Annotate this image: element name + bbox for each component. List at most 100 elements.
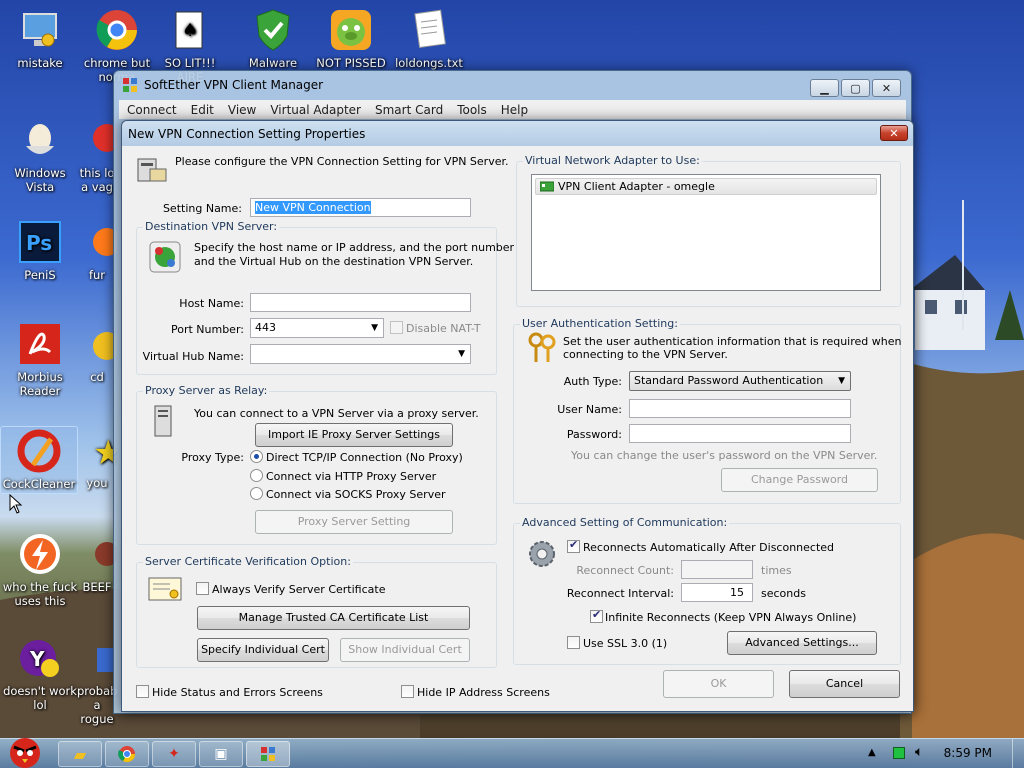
menu-help[interactable]: Help <box>501 103 528 117</box>
setting-name-input[interactable]: New VPN Connection <box>250 198 471 217</box>
desktop-icon-mistake[interactable]: mistake <box>0 6 80 70</box>
menu-connect[interactable]: Connect <box>127 103 177 117</box>
cancel-button[interactable]: Cancel <box>789 670 900 698</box>
adapter-group-title: Virtual Network Adapter to Use: <box>523 154 702 167</box>
desktop-icon-fur[interactable]: fur <box>77 218 117 282</box>
mouse-cursor-icon <box>9 494 23 514</box>
volume-icon[interactable]: 🔈︎ <box>915 744 923 760</box>
proxy-http-radio[interactable] <box>250 469 263 482</box>
advanced-settings-button[interactable]: Advanced Settings... <box>727 631 877 655</box>
red-ball-icon <box>77 116 117 164</box>
import-ie-proxy-button[interactable]: Import IE Proxy Server Settings <box>255 423 453 447</box>
manage-ca-button[interactable]: Manage Trusted CA Certificate List <box>197 606 470 630</box>
desktop-icon-label: Windows Vista <box>14 166 66 194</box>
minimize-button[interactable]: ▁ <box>810 79 839 97</box>
use-ssl3-label: Use SSL 3.0 (1) <box>583 637 668 650</box>
adapter-listbox[interactable]: VPN Client Adapter - omegle <box>531 174 881 291</box>
maximize-icon: ▢ <box>850 81 861 95</box>
auth-type-combo[interactable]: Standard Password Authentication ▼ <box>629 371 851 391</box>
desktop-icon-not-pissed[interactable]: NOT PISSED <box>311 6 391 70</box>
show-desktop-button[interactable] <box>1012 739 1024 768</box>
desktop-icon-penis[interactable]: Ps PeniS <box>0 218 80 282</box>
reconnect-count-input[interactable] <box>681 560 753 579</box>
dialog-close-button[interactable]: ✕ <box>880 125 908 141</box>
taskbar-explorer[interactable]: ▰ <box>58 741 102 767</box>
desktop-icon-doesnt-work[interactable]: Y doesn't work lol <box>0 634 80 712</box>
port-number-combo[interactable]: 443 ▼ <box>250 318 384 338</box>
reconnect-label: Reconnects Automatically After Disconnec… <box>583 541 835 554</box>
taskbar-chrome[interactable] <box>105 741 149 767</box>
close-button[interactable]: ✕ <box>872 79 901 97</box>
tray-expand-icon[interactable]: ▲ <box>868 747 876 758</box>
always-verify-checkbox[interactable] <box>196 582 209 595</box>
desktop-icon-probab-rogue[interactable]: probab a rogue <box>77 634 117 726</box>
photoshop-icon: Ps <box>16 218 64 266</box>
desktop-icon-who-uses-this[interactable]: who the fuck uses this <box>0 530 80 608</box>
auth-hint: You can change the user's password on th… <box>571 449 878 462</box>
adapter-list-item[interactable]: VPN Client Adapter - omegle <box>535 178 877 195</box>
desktop-icon-label: who the fuck uses this <box>2 580 78 608</box>
desktop-icon-cockcleaner[interactable]: CockCleaner <box>0 426 78 494</box>
desktop-icon-windows-vista[interactable]: Windows Vista <box>0 116 80 194</box>
advanced-group-title: Advanced Setting of Communication: <box>520 516 730 529</box>
desktop-icon-loldongs[interactable]: loldongs.txt <box>389 6 469 70</box>
change-password-button[interactable]: Change Password <box>721 468 878 492</box>
svg-text:♠: ♠ <box>182 20 198 41</box>
hide-status-checkbox[interactable] <box>136 685 149 698</box>
ok-button[interactable]: OK <box>663 670 774 698</box>
taskbar-softether[interactable] <box>246 741 290 767</box>
reconnect-interval-label: Reconnect Interval: <box>566 587 674 600</box>
desktop-icon-label: Morbius Reader <box>17 370 63 398</box>
maximize-button[interactable]: ▢ <box>841 79 870 97</box>
menu-virtual-adapter[interactable]: Virtual Adapter <box>270 103 361 117</box>
desktop-icon-malware[interactable]: Malware <box>233 6 313 70</box>
proxy-direct-radio[interactable] <box>250 450 263 463</box>
desktop-icon-label: mistake <box>17 56 63 70</box>
main-window-titlebar[interactable]: SoftEther VPN Client Manager <box>114 71 911 99</box>
reconnect-checkbox[interactable] <box>567 538 580 553</box>
pdf-icon <box>16 320 64 368</box>
desktop-icon-this-lo[interactable]: this lo a vag <box>77 116 117 194</box>
dialog-titlebar[interactable]: New VPN Connection Setting Properties <box>122 121 913 146</box>
proxy-server-setting-button[interactable]: Proxy Server Setting <box>255 510 453 534</box>
proxy-http-label: Connect via HTTP Proxy Server <box>266 470 437 483</box>
network-tray-icon[interactable] <box>893 747 905 759</box>
start-button[interactable] <box>4 733 46 768</box>
desktop-icon-cd[interactable]: cd <box>77 320 117 384</box>
softether-app-icon <box>261 747 275 761</box>
desktop-icon-beef[interactable]: BEEF <box>77 530 117 594</box>
infinite-reconnects-label: Infinite Reconnects (Keep VPN Always Onl… <box>605 611 857 624</box>
main-window-title: SoftEther VPN Client Manager <box>144 78 324 92</box>
taskbar-app-3[interactable]: ✦ <box>152 741 196 767</box>
disable-natt-checkbox[interactable] <box>390 321 403 334</box>
network-globe-icon <box>149 241 181 273</box>
password-input[interactable] <box>629 424 851 443</box>
infinite-reconnects-checkbox[interactable] <box>590 608 603 623</box>
host-name-input[interactable] <box>250 293 471 312</box>
seconds-label: seconds <box>761 587 806 600</box>
close-icon: ✕ <box>889 126 899 140</box>
menu-smart-card[interactable]: Smart Card <box>375 103 443 117</box>
menu-edit[interactable]: Edit <box>191 103 214 117</box>
desktop-icon-label: NOT PISSED <box>316 56 386 70</box>
proxy-socks-radio[interactable] <box>250 487 263 500</box>
desktop-icon-label: cd <box>90 370 104 384</box>
desktop-icon-morbius-reader[interactable]: Morbius Reader <box>0 320 80 398</box>
hide-ip-checkbox[interactable] <box>401 685 414 698</box>
use-ssl3-checkbox[interactable] <box>567 636 580 649</box>
taskbar-app-4[interactable]: ▣ <box>199 741 243 767</box>
menu-view[interactable]: View <box>228 103 256 117</box>
specify-individual-cert-button[interactable]: Specify Individual Cert <box>197 638 329 662</box>
taskbar: ▰ ✦ ▣ ▲ 🔈︎ 8:59 PM <box>0 738 1024 768</box>
taskbar-clock[interactable]: 8:59 PM <box>944 746 992 760</box>
user-name-input[interactable] <box>629 399 851 418</box>
show-individual-cert-button[interactable]: Show Individual Cert <box>340 638 470 662</box>
monitor-icon: ▣ <box>214 746 228 762</box>
virtual-hub-combo[interactable]: ▼ <box>250 344 471 364</box>
egg-icon <box>16 116 64 164</box>
keys-icon <box>528 332 556 362</box>
menu-tools[interactable]: Tools <box>457 103 487 117</box>
desktop-icon-you[interactable]: ★ you <box>77 426 117 490</box>
hide-status-label: Hide Status and Errors Screens <box>152 686 323 699</box>
reconnect-interval-input[interactable]: 15 <box>681 583 753 602</box>
